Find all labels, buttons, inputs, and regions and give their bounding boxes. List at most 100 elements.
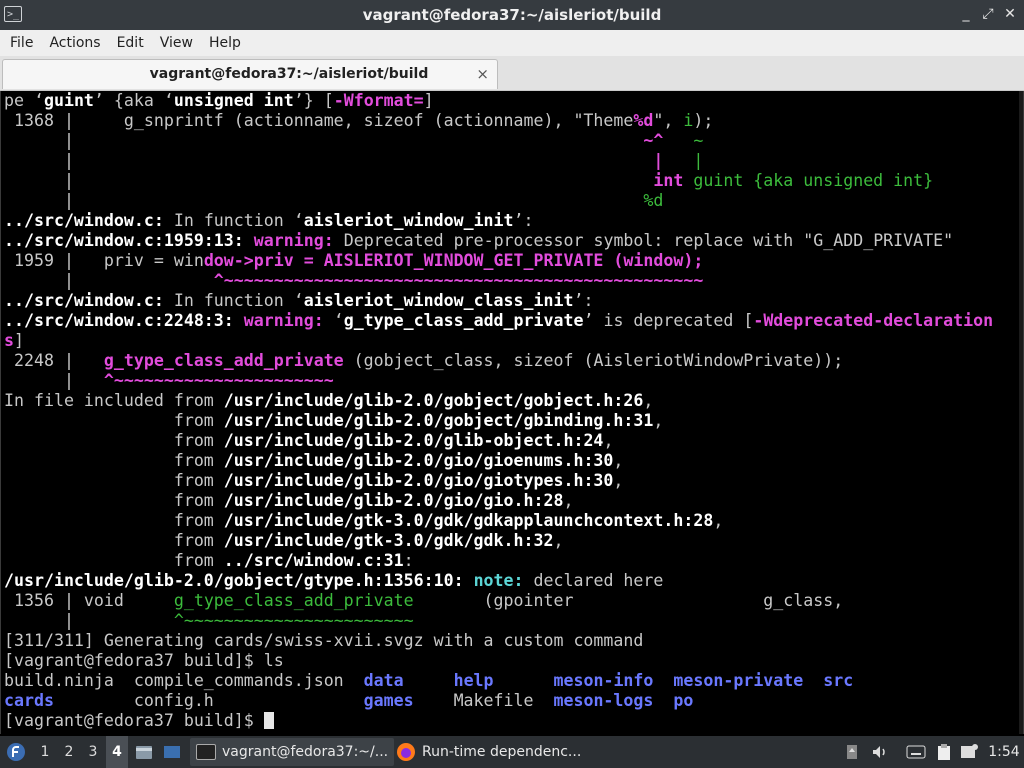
- terminal-text: |: [4, 131, 644, 150]
- terminal-line: ../src/window.c:1959:13: warning: Deprec…: [4, 231, 993, 251]
- terminal-output[interactable]: pe ‘guint’ {aka ‘unsigned int’} [-Wforma…: [0, 91, 1024, 734]
- workspace-3[interactable]: 3: [82, 736, 104, 768]
- terminal-text: 2248 |: [4, 351, 104, 370]
- terminal-text: ../src/window.c:: [4, 211, 164, 230]
- terminal-text: from: [4, 471, 224, 490]
- clock[interactable]: 1:54: [986, 736, 1022, 768]
- fedora-logo-icon[interactable]: [4, 736, 28, 768]
- terminal-line: | ^~~~~~~~~~~~~~~~~~~~~~~~~~~~~~~~~~~~~~…: [4, 271, 993, 291]
- terminal-text: int: [653, 171, 684, 190]
- terminal-line: [vagrant@fedora37 build]$: [4, 711, 993, 731]
- taskbar-terminal-task[interactable]: vagrant@fedora37:~/...: [190, 738, 395, 766]
- terminal-text: -Wdeprecated-declaration: [753, 311, 994, 330]
- menu-file[interactable]: File: [10, 35, 33, 51]
- file-manager-icon[interactable]: [132, 736, 156, 768]
- terminal-text: aisleriot_window_init: [303, 211, 514, 230]
- terminal-text: meson-private: [673, 671, 804, 690]
- terminal-text: /usr/include/glib-2.0/gobject/gbinding.h…: [223, 411, 654, 430]
- terminal-text: note:: [473, 571, 524, 590]
- clipboard-icon[interactable]: [932, 736, 956, 768]
- tab-terminal[interactable]: vagrant@fedora37:~/aisleriot/build ×: [2, 59, 498, 89]
- taskbar-task-label: vagrant@fedora37:~/...: [222, 744, 389, 760]
- terminal-text: g_type_class_add_private: [173, 591, 414, 610]
- tab-label: vagrant@fedora37:~/aisleriot/build: [149, 66, 429, 82]
- menu-edit[interactable]: Edit: [117, 35, 144, 51]
- volume-icon[interactable]: [868, 736, 892, 768]
- terminal-line: | %d: [4, 191, 993, 211]
- terminal-text: from: [4, 431, 224, 450]
- terminal-text: ../src/window.c:2248:3:: [4, 311, 234, 330]
- maximize-button[interactable]: ⤢: [980, 5, 996, 23]
- terminal-line: In file included from /usr/include/glib-…: [4, 391, 993, 411]
- terminal-text: ,: [613, 471, 624, 490]
- terminal-line: cards config.h games Makefile meson-logs…: [4, 691, 993, 711]
- terminal-text: po: [673, 691, 694, 710]
- terminal-text: from: [4, 531, 224, 550]
- terminal-lines: pe ‘guint’ {aka ‘unsigned int’} [-Wforma…: [4, 91, 993, 731]
- terminal-text: meson-logs: [553, 691, 654, 710]
- terminal-line: from /usr/include/glib-2.0/gio/gio.h:28,: [4, 491, 993, 511]
- taskbar: 1 2 3 4 vagrant@fedora37:~/... Run-time …: [0, 736, 1024, 768]
- terminal-text: meson-info: [553, 671, 654, 690]
- terminal-line: 1368 | g_snprintf (actionname, sizeof (a…: [4, 111, 993, 131]
- window-titlebar[interactable]: >_ vagrant@fedora37:~/aisleriot/build _ …: [0, 0, 1024, 30]
- terminal-text: aisleriot_window_class_init: [303, 291, 574, 310]
- terminal-line: 1356 | void g_type_class_add_private (gp…: [4, 591, 993, 611]
- terminal-text: /usr/include/glib-2.0/gobject/gtype.h:13…: [4, 571, 464, 590]
- terminal-scrollbar[interactable]: [1019, 91, 1023, 734]
- terminal-text: unsigned int: [173, 91, 294, 110]
- terminal-text: /usr/include/gtk-3.0/gdk/gdkapplaunchcon…: [223, 511, 714, 530]
- terminal-text: ,: [713, 511, 724, 530]
- terminal-text: /usr/include/glib-2.0/gobject/gobject.h:…: [223, 391, 644, 410]
- terminal-line: ../src/window.c: In function ‘aisleriot_…: [4, 291, 993, 311]
- terminal-text: ^~~~~~~~~~~~~~~~~~~~~~~~: [173, 611, 414, 630]
- terminal-text: |: [4, 191, 644, 210]
- taskbar-task-label: Run-time dependenc...: [422, 744, 582, 760]
- terminal-text: from: [4, 491, 224, 510]
- keyboard-icon[interactable]: [904, 736, 928, 768]
- taskbar-firefox-task[interactable]: Run-time dependenc...: [390, 738, 587, 766]
- terminal-line: from /usr/include/glib-2.0/glib-object.h…: [4, 431, 993, 451]
- terminal-text: |: [4, 171, 654, 190]
- terminal-text: data: [363, 671, 404, 690]
- terminal-text: -Wformat=: [333, 91, 424, 110]
- terminal-text: declared here: [523, 571, 664, 590]
- terminal-text: guint: [43, 91, 94, 110]
- terminal-text: ’ is deprecated [: [583, 311, 754, 330]
- close-button[interactable]: ✕: [1002, 5, 1018, 23]
- terminal-text: from: [4, 451, 224, 470]
- menu-actions[interactable]: Actions: [49, 35, 100, 51]
- minimize-button[interactable]: _: [958, 5, 974, 23]
- terminal-text: In function ‘: [163, 291, 304, 310]
- upload-icon[interactable]: [840, 736, 864, 768]
- workspace-2[interactable]: 2: [58, 736, 80, 768]
- notifications-icon[interactable]: [958, 736, 982, 768]
- terminal-line: | | |: [4, 151, 993, 171]
- tab-bar: vagrant@fedora37:~/aisleriot/build ×: [0, 56, 1024, 91]
- terminal-text: ]: [14, 331, 24, 350]
- terminal-text: guint {aka unsigned int}: [693, 171, 934, 190]
- menubar: File Actions Edit View Help: [0, 30, 1024, 56]
- terminal-text: config.h: [53, 691, 364, 710]
- show-desktop-icon[interactable]: [160, 736, 184, 768]
- workspace-4[interactable]: 4: [106, 736, 128, 768]
- terminal-text: ^~~~~~~~~~~~~~~~~~~~~~~~~~~~~~~~~~~~~~~~…: [213, 271, 704, 290]
- terminal-text: 1368 | g_snprintf (actionname, sizeof (a…: [4, 111, 634, 130]
- workspace-1[interactable]: 1: [34, 736, 56, 768]
- terminal-text: |: [693, 151, 704, 170]
- terminal-text: from: [4, 411, 224, 430]
- menu-help[interactable]: Help: [209, 35, 241, 51]
- tab-close-icon[interactable]: ×: [476, 65, 489, 83]
- terminal-line: /usr/include/glib-2.0/gobject/gtype.h:13…: [4, 571, 993, 591]
- terminal-text: from: [4, 511, 224, 530]
- terminal-text: /usr/include/glib-2.0/gio/giotypes.h:30: [223, 471, 614, 490]
- terminal-text: dow->priv = AISLERIOT_WINDOW_GET_PRIVATE…: [203, 251, 704, 270]
- menu-view[interactable]: View: [160, 35, 193, 51]
- terminal-text: In function ‘: [163, 211, 304, 230]
- terminal-text: ]: [423, 91, 434, 110]
- terminal-text: ,: [553, 531, 564, 550]
